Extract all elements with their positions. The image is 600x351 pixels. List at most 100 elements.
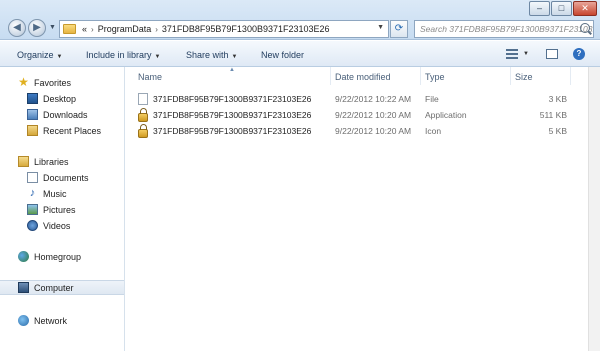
- nav-downloads[interactable]: Downloads: [0, 107, 124, 122]
- nav-homegroup[interactable]: Homegroup: [0, 249, 124, 264]
- preview-pane-icon[interactable]: [546, 49, 558, 59]
- file-list: Name ▲ Date modified Type Size 371FDB8F9…: [125, 67, 600, 351]
- lock-icon: [138, 124, 148, 138]
- column-divider[interactable]: [510, 67, 511, 85]
- maximize-button[interactable]: □: [551, 1, 572, 16]
- music-icon: ♪: [29, 187, 36, 199]
- forward-arrow-icon: ▶: [33, 22, 41, 33]
- nav-music[interactable]: ♪ Music: [0, 186, 124, 201]
- file-icon: [138, 93, 148, 105]
- file-date: 9/22/2012 10:20 AM: [335, 126, 412, 136]
- close-button[interactable]: ✕: [573, 1, 597, 16]
- chevron-down-icon: ▼: [56, 54, 63, 60]
- file-row[interactable]: 371FDB8F95B79F1300B9371F23103E26 9/22/20…: [125, 123, 600, 139]
- file-date: 9/22/2012 10:22 AM: [335, 94, 412, 104]
- address-bar[interactable]: « › ProgramData › 371FDB8F95B79F1300B937…: [59, 20, 389, 38]
- chevron-down-icon[interactable]: ▼: [523, 51, 529, 57]
- lock-icon: [138, 108, 148, 122]
- nav-pictures[interactable]: Pictures: [0, 202, 124, 217]
- include-in-library-label: Include in library: [86, 50, 152, 60]
- nav-label: Homegroup: [34, 251, 82, 262]
- chevron-icon[interactable]: ›: [91, 25, 94, 34]
- file-name: 371FDB8F95B79F1300B9371F23103E26: [153, 94, 312, 104]
- nav-label: Videos: [43, 220, 71, 231]
- nav-label: Desktop: [43, 93, 77, 104]
- refresh-icon: ⟳: [394, 23, 404, 34]
- file-row[interactable]: 371FDB8F95B79F1300B9371F23103E26 9/22/20…: [125, 107, 600, 123]
- network-icon: [18, 315, 29, 326]
- file-name: 371FDB8F95B79F1300B9371F23103E26: [153, 110, 312, 120]
- computer-icon: [18, 282, 29, 293]
- file-size: 5 KB: [548, 126, 567, 136]
- search-icon[interactable]: [580, 23, 590, 33]
- desktop-icon: [27, 93, 38, 104]
- column-header-size[interactable]: Size: [515, 67, 533, 85]
- organize-label: Organize: [17, 50, 54, 60]
- star-icon: ★: [18, 75, 29, 89]
- nav-desktop[interactable]: Desktop: [0, 91, 124, 106]
- include-in-library-button[interactable]: Include in library ▼: [86, 50, 160, 60]
- column-header-type[interactable]: Type: [425, 67, 445, 85]
- breadcrumb-programdata[interactable]: ProgramData: [98, 24, 152, 34]
- navigation-pane: ★ Favorites Desktop Downloads Recent Pla…: [0, 67, 125, 351]
- breadcrumb: « › ProgramData › 371FDB8F95B79F1300B937…: [82, 24, 330, 34]
- column-divider[interactable]: [570, 67, 571, 85]
- column-header-date-modified[interactable]: Date modified: [335, 67, 391, 85]
- nav-documents[interactable]: Documents: [0, 170, 124, 185]
- command-bar: Organize ▼ Include in library ▼ Share with…: [0, 41, 600, 67]
- nav-label: Favorites: [34, 77, 72, 88]
- address-dropdown-icon[interactable]: ▼: [377, 24, 384, 31]
- file-type: Icon: [425, 126, 442, 136]
- file-type: Application: [425, 110, 467, 120]
- search-input[interactable]: Search 371FDB8F95B79F1300B9371F23103E26: [414, 20, 594, 38]
- column-divider[interactable]: [330, 67, 331, 85]
- file-size: 3 KB: [548, 94, 567, 104]
- recent-pages-dropdown[interactable]: ▼: [49, 24, 56, 31]
- nav-label: Network: [34, 315, 68, 326]
- nav-computer[interactable]: Computer: [0, 280, 124, 295]
- file-date: 9/22/2012 10:20 AM: [335, 110, 412, 120]
- nav-videos[interactable]: Videos: [0, 218, 124, 233]
- column-divider[interactable]: [420, 67, 421, 85]
- nav-favorites[interactable]: ★ Favorites: [0, 75, 124, 90]
- documents-icon: [27, 172, 38, 183]
- downloads-icon: [27, 109, 38, 120]
- view-options-icon[interactable]: [506, 49, 518, 59]
- file-row[interactable]: 371FDB8F95B79F1300B9371F23103E26 9/22/20…: [125, 91, 600, 107]
- sort-ascending-icon: ▲: [229, 67, 235, 73]
- chevron-down-icon: ▼: [154, 54, 161, 60]
- share-with-label: Share with: [186, 50, 229, 60]
- minimize-button[interactable]: –: [529, 1, 550, 16]
- nav-recent-places[interactable]: Recent Places: [0, 123, 124, 138]
- nav-label: Music: [43, 188, 67, 199]
- column-header-name[interactable]: Name: [138, 67, 162, 85]
- folder-icon: [63, 24, 76, 34]
- help-icon[interactable]: ?: [573, 48, 585, 60]
- back-button[interactable]: ◀: [8, 19, 26, 37]
- file-name: 371FDB8F95B79F1300B9371F23103E26: [153, 126, 312, 136]
- vertical-scrollbar[interactable]: [588, 67, 600, 351]
- nav-label: Libraries: [34, 156, 69, 167]
- new-folder-button[interactable]: New folder: [261, 50, 304, 60]
- forward-button[interactable]: ▶: [28, 19, 46, 37]
- nav-label: Documents: [43, 172, 89, 183]
- history-marker[interactable]: «: [82, 24, 87, 34]
- file-size: 511 KB: [539, 110, 567, 120]
- chevron-icon[interactable]: ›: [155, 25, 158, 34]
- organize-button[interactable]: Organize ▼: [17, 50, 62, 60]
- refresh-button[interactable]: ⟳: [390, 20, 408, 38]
- share-with-button[interactable]: Share with ▼: [186, 50, 237, 60]
- pictures-icon: [27, 204, 38, 215]
- breadcrumb-current-folder[interactable]: 371FDB8F95B79F1300B9371F23103E26: [162, 24, 330, 34]
- nav-label: Pictures: [43, 204, 76, 215]
- nav-label: Computer: [34, 282, 74, 293]
- recent-places-icon: [27, 125, 38, 136]
- libraries-icon: [18, 156, 29, 167]
- file-type: File: [425, 94, 439, 104]
- nav-network[interactable]: Network: [0, 313, 124, 328]
- nav-libraries[interactable]: Libraries: [0, 154, 124, 169]
- chevron-down-icon: ▼: [231, 54, 238, 60]
- title-bar: – □ ✕ ◀ ▶ ▼ « › ProgramData › 371FDB8F95…: [0, 0, 600, 40]
- nav-label: Downloads: [43, 109, 88, 120]
- back-arrow-icon: ◀: [13, 22, 21, 33]
